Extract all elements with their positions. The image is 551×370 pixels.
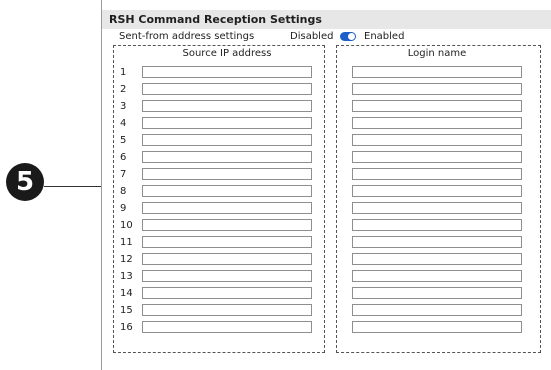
source-ip-input[interactable]: [142, 134, 312, 146]
row-number: 3: [120, 101, 127, 112]
login-name-input[interactable]: [352, 83, 522, 95]
row-number: 14: [120, 288, 133, 299]
login-name-header: Login name: [407, 48, 467, 59]
sent-from-label: Sent-from address settings: [119, 31, 255, 42]
row-number: 12: [120, 254, 133, 265]
source-ip-input[interactable]: [142, 83, 312, 95]
source-ip-input[interactable]: [142, 236, 312, 248]
row-number: 2: [120, 84, 127, 95]
login-name-input[interactable]: [352, 134, 522, 146]
source-ip-input[interactable]: [142, 270, 312, 282]
login-name-input[interactable]: [352, 287, 522, 299]
login-name-input[interactable]: [352, 321, 522, 333]
login-name-input[interactable]: [352, 168, 522, 180]
sent-from-settings-row: Sent-from address settings Disabled Enab…: [102, 29, 551, 45]
login-name-input[interactable]: [352, 117, 522, 129]
login-name-input[interactable]: [352, 219, 522, 231]
login-name-input[interactable]: [352, 185, 522, 197]
source-ip-input[interactable]: [142, 219, 312, 231]
login-name-input[interactable]: [352, 66, 522, 78]
row-number: 10: [120, 220, 133, 231]
row-number: 16: [120, 322, 133, 333]
source-ip-input[interactable]: [142, 321, 312, 333]
login-name-input[interactable]: [352, 202, 522, 214]
source-ip-input[interactable]: [142, 185, 312, 197]
toggle-knob: [348, 33, 355, 40]
row-number: 5: [120, 135, 127, 146]
source-ip-header: Source IP address: [182, 48, 272, 59]
source-ip-input[interactable]: [142, 168, 312, 180]
row-number: 7: [120, 169, 127, 180]
login-name-input[interactable]: [352, 236, 522, 248]
panel-title: RSH Command Reception Settings: [102, 10, 551, 29]
source-ip-input[interactable]: [142, 253, 312, 265]
row-number: 15: [120, 305, 133, 316]
row-number: 6: [120, 152, 127, 163]
login-name-input[interactable]: [352, 151, 522, 163]
toggle-on-label: Enabled: [364, 31, 405, 42]
source-ip-input[interactable]: [142, 151, 312, 163]
login-name-input[interactable]: [352, 270, 522, 282]
row-number: 9: [120, 203, 127, 214]
row-number: 13: [120, 271, 133, 282]
source-ip-input[interactable]: [142, 66, 312, 78]
toggle-off-label: Disabled: [290, 31, 334, 42]
source-ip-input[interactable]: [142, 202, 312, 214]
login-name-input[interactable]: [352, 304, 522, 316]
row-number: 4: [120, 118, 127, 129]
source-ip-input[interactable]: [142, 287, 312, 299]
login-name-input[interactable]: [352, 100, 522, 112]
callout-number-badge: 5: [6, 163, 44, 201]
source-ip-input[interactable]: [142, 117, 312, 129]
sent-from-toggle[interactable]: [340, 32, 356, 41]
rsh-settings-panel: RSH Command Reception Settings Sent-from…: [101, 0, 551, 370]
login-name-input[interactable]: [352, 253, 522, 265]
source-ip-input[interactable]: [142, 100, 312, 112]
row-number: 8: [120, 186, 127, 197]
row-number: 11: [120, 237, 133, 248]
source-ip-input[interactable]: [142, 304, 312, 316]
row-number: 1: [120, 67, 127, 78]
